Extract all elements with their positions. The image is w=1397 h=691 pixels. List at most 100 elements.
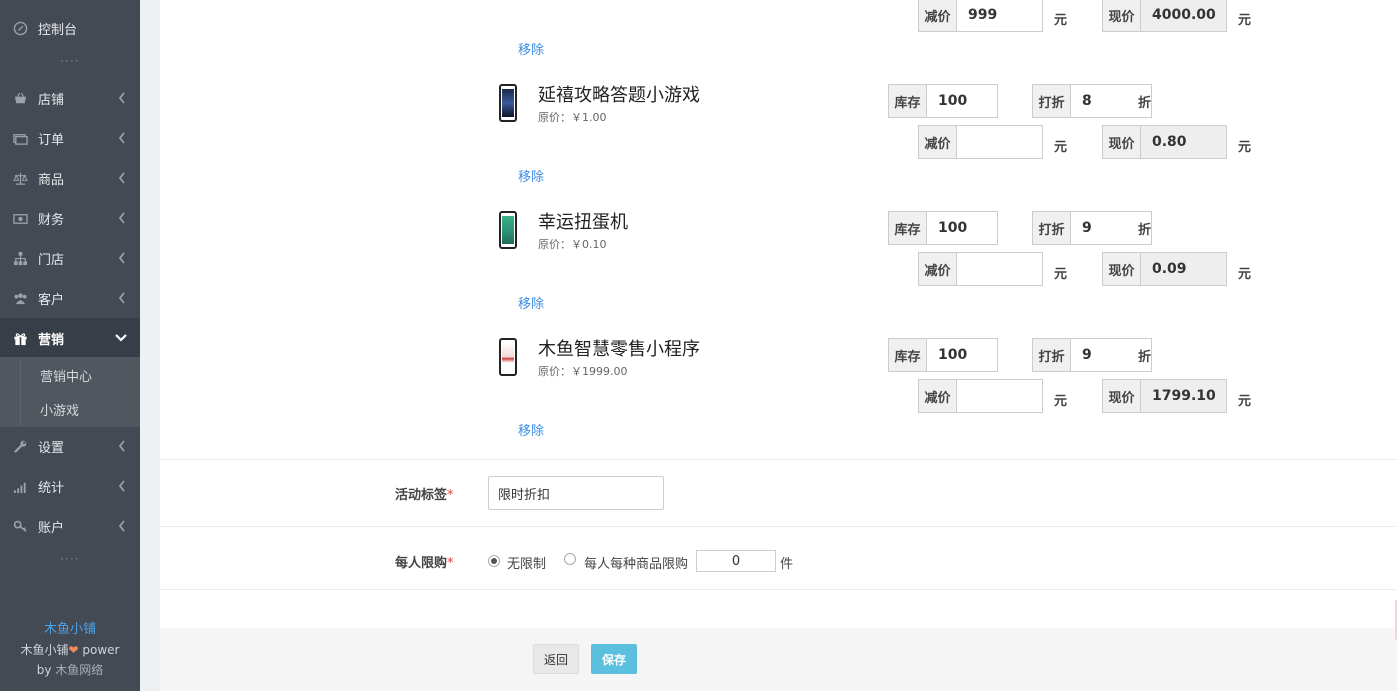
sidebar-item-label: 统计 (38, 480, 65, 496)
discount-input[interactable]: 9 (1071, 339, 1138, 371)
users-icon (12, 290, 28, 306)
stock-label: 库存 (889, 85, 927, 117)
stock-field: 库存 100 (888, 211, 998, 245)
radio-unlimited[interactable] (488, 555, 500, 567)
remove-link[interactable]: 移除 (518, 293, 544, 312)
discount-label: 打折 (1033, 339, 1071, 371)
product-thumbnail (499, 338, 517, 376)
chevron-left-icon (118, 292, 125, 304)
reduce-input[interactable] (957, 380, 1042, 412)
current-price-value: 4000.00 (1141, 0, 1226, 31)
sidebar-item-marketing[interactable]: 营销 (0, 318, 140, 358)
main-content: 减价 999 元 现价 4000.00 元 移除 延禧攻略答题小游戏 原价：￥1… (160, 0, 1397, 691)
yuan-unit: 元 (1238, 267, 1252, 282)
activity-tag-label: 活动标签* (395, 488, 454, 503)
yuan-unit: 元 (1238, 394, 1252, 409)
stock-input[interactable]: 100 (927, 85, 997, 117)
sidebar-item-dashboard[interactable]: 控制台 (0, 8, 140, 48)
sidebar-item-label: 店铺 (38, 92, 65, 108)
product-name: 幸运扭蛋机 (538, 212, 628, 233)
product-name: 延禧攻略答题小游戏 (538, 85, 700, 106)
sidebar: 控制台 ···· 店铺 订单 商品 财务 门店 客户 营销 营销中心 小游戏 设… (0, 0, 140, 691)
stock-input[interactable]: 100 (927, 212, 997, 244)
yuan-unit: 元 (1054, 394, 1068, 409)
sidebar-item-account[interactable]: 账户 (0, 506, 140, 546)
stock-field: 库存 100 (888, 84, 998, 118)
money-icon (12, 130, 28, 146)
submenu-item-mini-games[interactable]: 小游戏 (20, 392, 140, 426)
brand-power: 木鱼小铺❤ power (20, 643, 120, 657)
purchase-limit-label: 每人限购* (395, 556, 454, 571)
current-price-field: 现价 4000.00 (1102, 0, 1227, 32)
reduce-field: 减价 (918, 252, 1043, 286)
heart-icon: ❤ (68, 643, 79, 657)
save-button[interactable]: 保存 (591, 644, 637, 674)
back-button[interactable]: 返回 (533, 644, 579, 674)
remove-link[interactable]: 移除 (518, 420, 544, 439)
discount-input[interactable]: 9 (1071, 212, 1138, 244)
discount-suffix: 折 (1137, 222, 1151, 238)
sidebar-item-settings[interactable]: 设置 (0, 426, 140, 466)
current-price-field: 现价 1799.10 (1102, 379, 1227, 413)
discount-label: 打折 (1033, 85, 1071, 117)
limit-quantity-input[interactable]: 0 (696, 550, 776, 572)
sidebar-item-branches[interactable]: 门店 (0, 238, 140, 278)
reduce-field: 减价 999 (918, 0, 1043, 32)
sitemap-icon (12, 250, 28, 266)
discount-suffix: 折 (1137, 349, 1151, 365)
reduce-label: 减价 (919, 380, 957, 412)
current-price-label: 现价 (1103, 380, 1141, 412)
radio-per-item-limit-label[interactable]: 每人每种商品限购 (584, 553, 688, 572)
sidebar-item-label: 控制台 (38, 22, 78, 38)
brand-by: by 木鱼网络 (36, 663, 104, 677)
discount-suffix: 折 (1137, 95, 1151, 111)
stock-input[interactable]: 100 (927, 339, 997, 371)
activity-tag-input[interactable]: 限时折扣 (488, 476, 664, 510)
current-price-value: 1799.10 (1141, 380, 1226, 412)
current-price-field: 现价 0.09 (1102, 252, 1227, 286)
reduce-field: 减价 (918, 125, 1043, 159)
brand-footer: 木鱼小铺 木鱼小铺❤ power by 木鱼网络 (0, 620, 140, 680)
sidebar-item-label: 账户 (38, 520, 65, 536)
brand-company-link[interactable]: 木鱼网络 (55, 663, 103, 677)
chevron-left-icon (118, 92, 125, 104)
product-thumbnail (499, 84, 517, 122)
discount-field: 打折 9 折 (1032, 211, 1152, 245)
radio-unlimited-label[interactable]: 无限制 (507, 553, 546, 572)
sidebar-item-orders[interactable]: 订单 (0, 118, 140, 158)
sidebar-item-goods[interactable]: 商品 (0, 158, 140, 198)
chevron-left-icon (118, 480, 125, 492)
brand-name[interactable]: 木鱼小铺 (0, 620, 140, 640)
current-price-field: 现价 0.80 (1102, 125, 1227, 159)
sidebar-item-stats[interactable]: 统计 (0, 466, 140, 506)
reduce-input[interactable] (957, 126, 1042, 158)
remove-link[interactable]: 移除 (518, 166, 544, 185)
chevron-left-icon (118, 520, 125, 532)
sidebar-item-store[interactable]: 店铺 (0, 78, 140, 118)
yuan-unit: 元 (1054, 267, 1068, 282)
stock-label: 库存 (889, 339, 927, 371)
reduce-label: 减价 (919, 0, 957, 31)
sidebar-item-finance[interactable]: 财务 (0, 198, 140, 238)
chevron-down-icon (115, 334, 127, 342)
remove-link[interactable]: 移除 (518, 39, 544, 58)
discount-field: 打折 8 折 (1032, 84, 1152, 118)
yuan-unit: 元 (1238, 140, 1252, 155)
discount-input[interactable]: 8 (1071, 85, 1138, 117)
discount-label: 打折 (1033, 212, 1071, 244)
reduce-input[interactable] (957, 253, 1042, 285)
cash-icon (12, 210, 28, 226)
current-price-label: 现价 (1103, 126, 1141, 158)
gift-icon (12, 330, 28, 346)
form-footer (160, 628, 1397, 691)
radio-per-item-limit[interactable] (564, 553, 576, 565)
reduce-input[interactable]: 999 (957, 0, 1042, 31)
sidebar-item-customers[interactable]: 客户 (0, 278, 140, 318)
yuan-unit: 元 (1054, 140, 1068, 155)
chevron-left-icon (118, 440, 125, 452)
chevron-left-icon (118, 132, 125, 144)
yuan-unit: 元 (1238, 13, 1252, 28)
submenu-item-marketing-center[interactable]: 营销中心 (20, 358, 140, 392)
current-price-label: 现价 (1103, 253, 1141, 285)
reduce-label: 减价 (919, 126, 957, 158)
